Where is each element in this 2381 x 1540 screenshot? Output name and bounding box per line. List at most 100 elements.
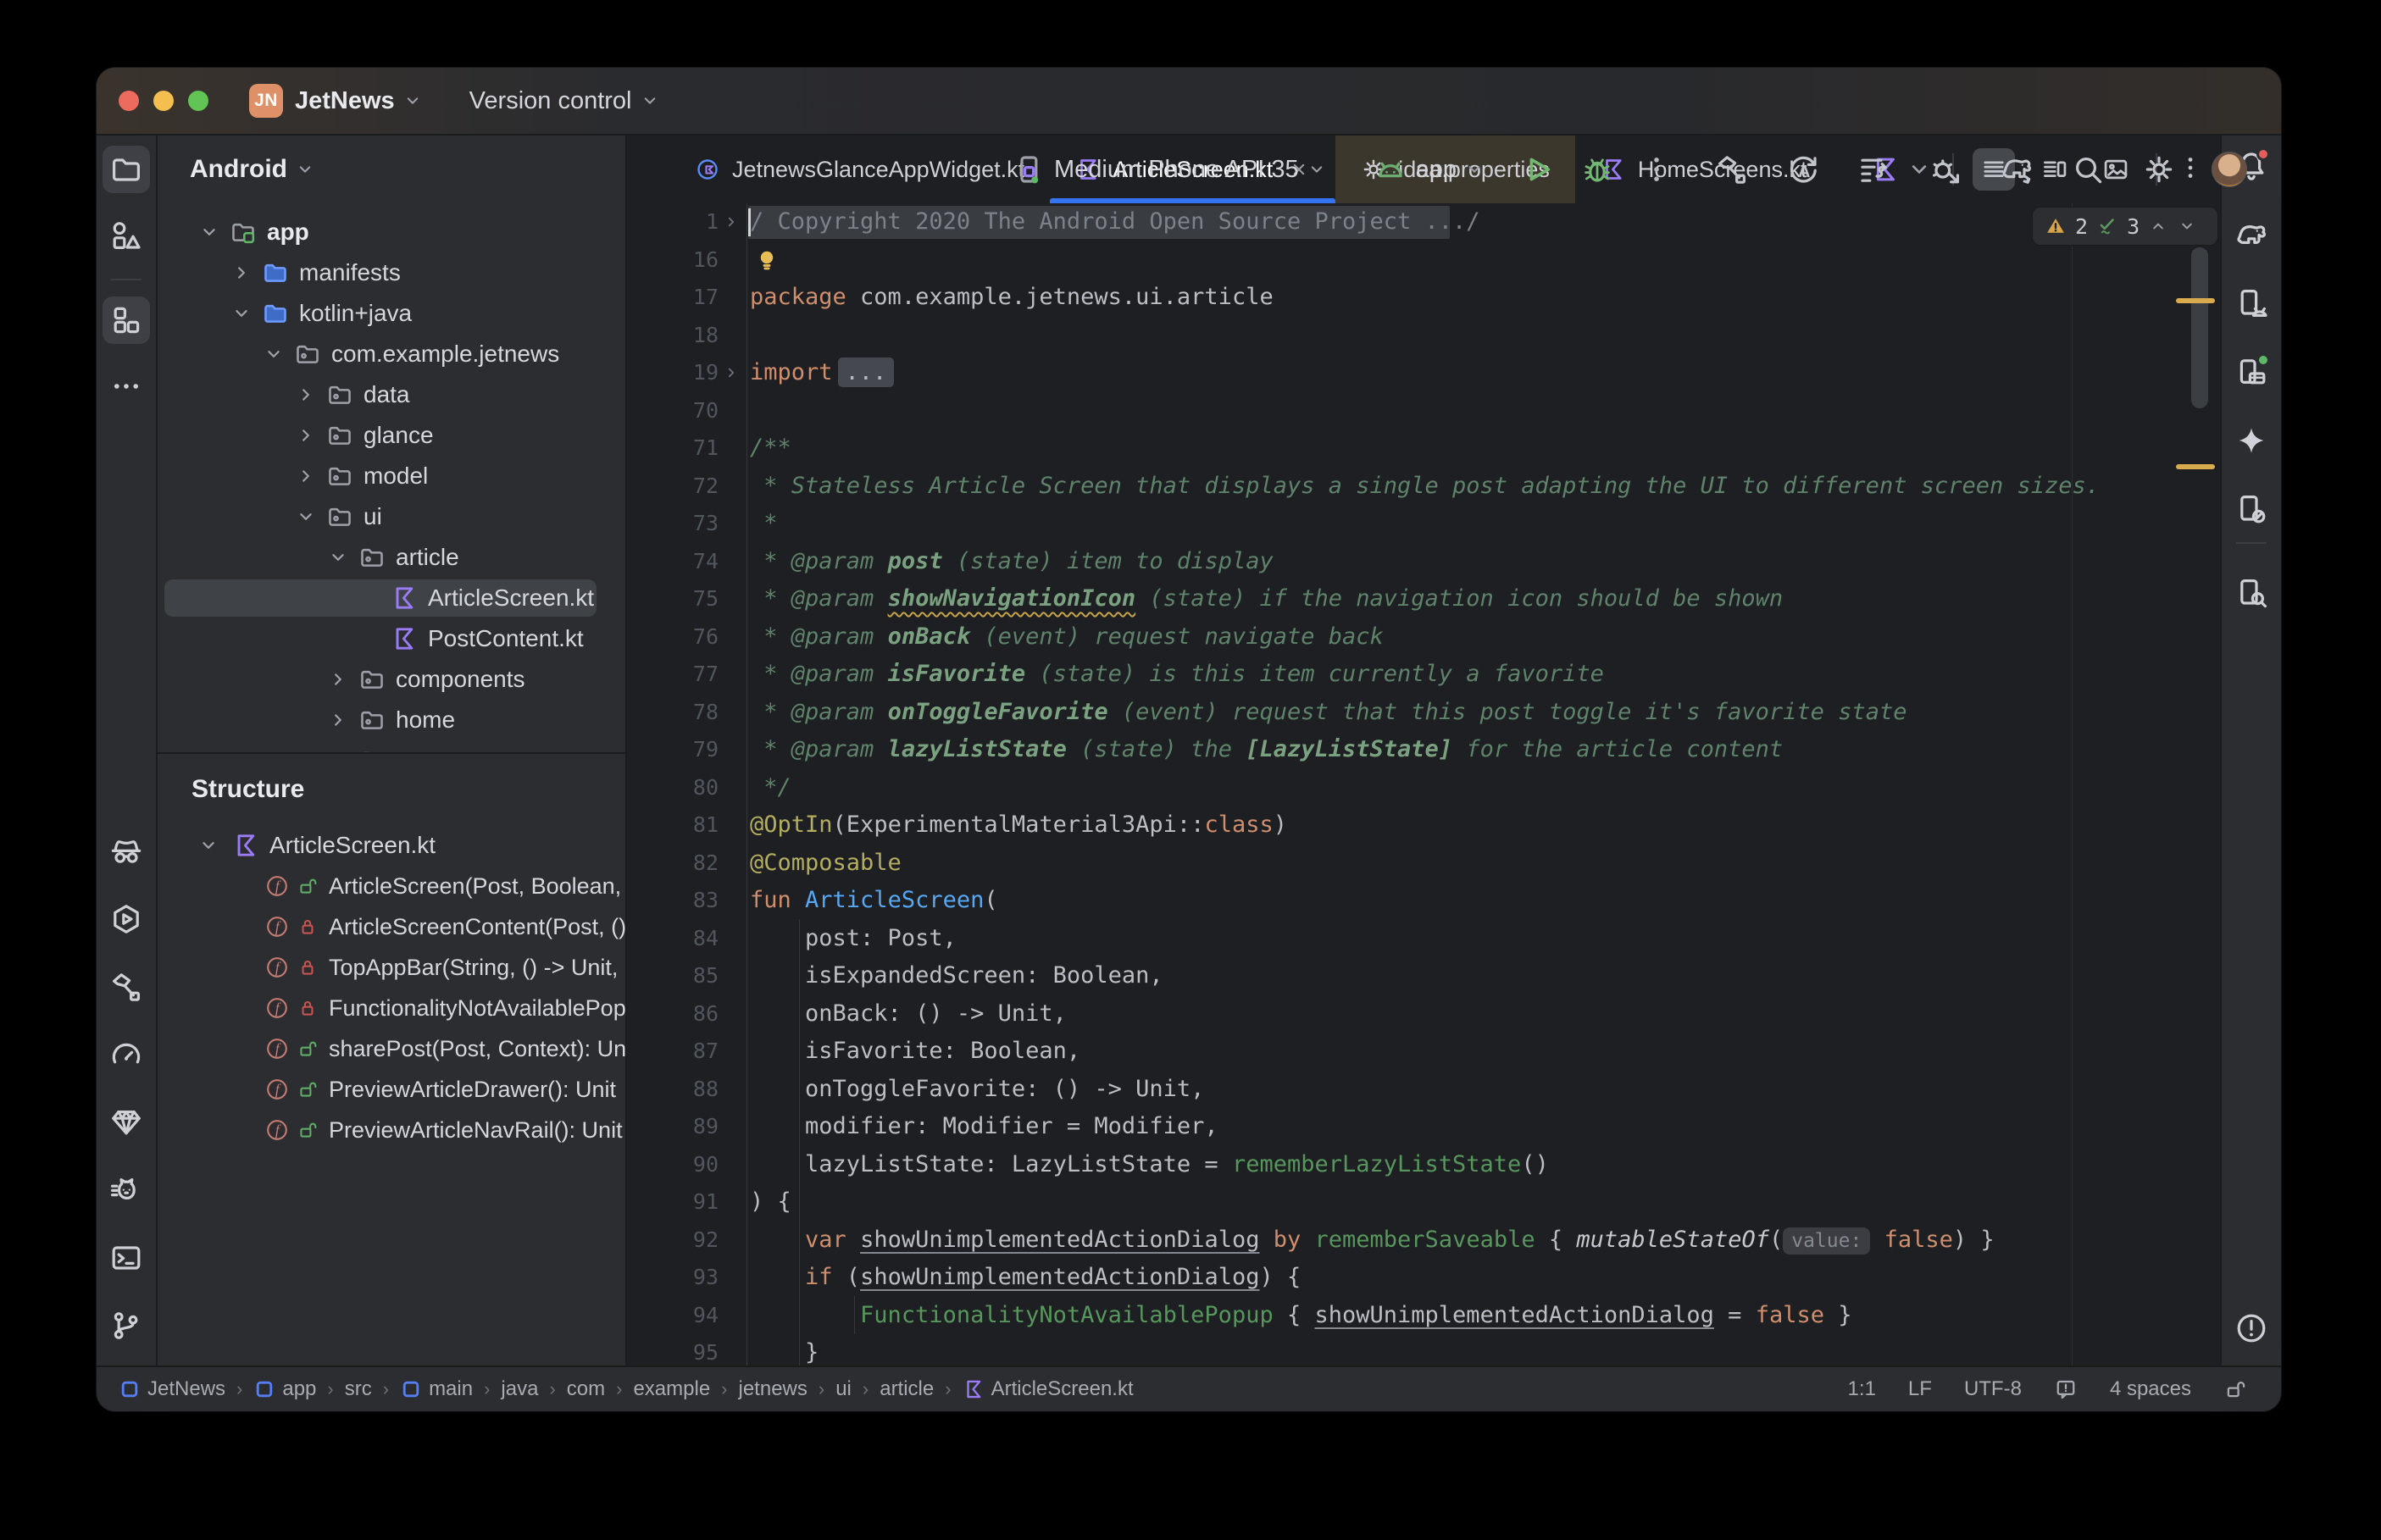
zoom-window-button[interactable] [188, 91, 208, 111]
resource-shapes-tool-button[interactable] [103, 212, 150, 259]
tree-item-kotlin-java[interactable]: kotlin+java [158, 293, 625, 334]
tab-jetnewsglanceappwidget-kt[interactable]: JetnewsGlanceAppWidget.kt [669, 136, 1050, 203]
breadcrumb-jetnews[interactable]: jetnews [739, 1377, 808, 1401]
chevron-down-icon[interactable] [197, 834, 220, 857]
breadcrumb-java[interactable]: java [501, 1377, 538, 1401]
gradle-elephant-tool-button[interactable] [2228, 211, 2275, 258]
structure-item[interactable]: fArticleScreenContent(Post, () [158, 906, 625, 947]
breadcrumb-articlescreen-kt[interactable]: ArticleScreen.kt [963, 1377, 1134, 1401]
structure-item[interactable]: fPreviewArticleNavRail(): Unit [158, 1110, 625, 1150]
structure-item[interactable]: fTopAppBar(String, () -> Unit, [158, 947, 625, 988]
layout-inspector-tool-button[interactable] [2228, 569, 2275, 617]
line-number[interactable]: 75 [627, 580, 719, 618]
inspections-widget[interactable]: 23 [2032, 207, 2218, 246]
line-number[interactable]: 18 [627, 317, 719, 355]
project-view-header[interactable]: Android [158, 136, 625, 203]
gradle-sync-button[interactable] [1998, 151, 2035, 188]
tree-item-home[interactable]: home [158, 700, 625, 740]
tree-item-app[interactable]: app [158, 212, 625, 252]
debug-button[interactable] [1573, 146, 1621, 193]
tree-item-articlescreen-kt[interactable]: ArticleScreen.kt [158, 578, 625, 618]
structure-item[interactable]: fPreviewArticleDrawer(): Unit [158, 1069, 625, 1110]
structure-item[interactable]: fArticleScreen(Post, Boolean, [158, 866, 625, 906]
line-number[interactable]: 19 [627, 354, 719, 392]
build-hammer-button[interactable] [1713, 151, 1751, 188]
breadcrumb-src[interactable]: src [345, 1377, 372, 1401]
chevron-down-icon[interactable] [197, 220, 221, 244]
project-selector[interactable]: JetNews [295, 87, 424, 115]
close-window-button[interactable] [119, 91, 139, 111]
line-number[interactable]: 73 [627, 505, 719, 543]
chevron-right-icon[interactable] [294, 383, 318, 407]
more-horizontal-tool-button[interactable] [103, 363, 150, 410]
tree-item-components[interactable]: components [158, 659, 625, 700]
line-number[interactable]: 85 [627, 957, 719, 995]
minimize-window-button[interactable] [153, 91, 174, 111]
line-number[interactable]: 90 [627, 1146, 719, 1184]
line-number[interactable]: 95 [627, 1334, 719, 1366]
chevron-down-icon[interactable] [294, 505, 318, 529]
tree-item-model[interactable]: model [158, 456, 625, 496]
chevron-right-icon[interactable] [294, 424, 318, 447]
services-hexagon-tool-button[interactable] [103, 895, 150, 943]
warning-marker[interactable] [2176, 464, 2215, 469]
structure-item[interactable]: fFunctionalityNotAvailablePop [158, 988, 625, 1028]
warning-marker[interactable] [2176, 298, 2215, 303]
structure-root[interactable]: ArticleScreen.kt [158, 825, 625, 866]
next-problem-icon[interactable] [2177, 216, 2197, 236]
breadcrumb-article[interactable]: article [880, 1377, 934, 1401]
tree-item-article[interactable]: article [158, 537, 625, 578]
chevron-right-icon[interactable] [326, 749, 350, 752]
logcat-cat-tool-button[interactable] [103, 1166, 150, 1214]
line-number[interactable]: 91 [627, 1183, 719, 1221]
running-devices-tool-button[interactable] [2228, 348, 2275, 396]
fold-arrow-icon[interactable] [722, 203, 744, 241]
hammer-tool-button[interactable] [103, 963, 150, 1011]
line-number[interactable]: 76 [627, 618, 719, 656]
chevron-right-icon[interactable] [326, 668, 350, 691]
previous-problem-icon[interactable] [2148, 216, 2168, 236]
settings-button[interactable] [2140, 151, 2178, 188]
problems-tool-button[interactable] [2228, 1305, 2275, 1352]
more-run-options-button[interactable] [1633, 146, 1680, 193]
user-avatar[interactable] [2212, 152, 2247, 187]
line-number[interactable]: 16 [627, 241, 719, 280]
attach-debugger-button[interactable] [1927, 151, 1964, 188]
search-button[interactable] [2069, 151, 2106, 188]
tree-item-postcontent-kt[interactable]: PostContent.kt [158, 618, 625, 659]
mirror-device-tool-button[interactable] [2228, 485, 2275, 533]
folder-project-tool-button[interactable] [103, 146, 150, 193]
code-editor[interactable]: 1/ Copyright 2020 The Android Open Sourc… [627, 203, 2220, 1366]
terminal-tool-button[interactable] [103, 1234, 150, 1282]
chevron-right-icon[interactable] [230, 261, 253, 285]
line-number[interactable]: 88 [627, 1071, 719, 1109]
profiler-gauge-tool-button[interactable] [103, 1031, 150, 1078]
run-configuration-selector[interactable]: app [1374, 152, 1485, 186]
status-utf-8[interactable]: UTF-8 [1964, 1377, 2022, 1401]
structure-squares-tool-button[interactable] [103, 296, 150, 344]
sparkle-tool-button[interactable] [2228, 417, 2275, 464]
breadcrumb-main[interactable]: main [400, 1377, 473, 1401]
line-number[interactable]: 86 [627, 995, 719, 1033]
lightbulb-icon[interactable] [754, 247, 780, 273]
inspection-bubble-status-icon[interactable] [2054, 1377, 2078, 1401]
breadcrumb-jetnews[interactable]: JetNews [119, 1377, 225, 1401]
breadcrumb-ui[interactable]: ui [835, 1377, 852, 1401]
line-number[interactable]: 79 [627, 731, 719, 769]
tree-item-data[interactable]: data [158, 374, 625, 415]
apply-changes-button[interactable]: A [1784, 151, 1822, 188]
status-1-1[interactable]: 1:1 [1848, 1377, 1876, 1401]
line-number[interactable]: 89 [627, 1108, 719, 1146]
breadcrumb-com[interactable]: com [567, 1377, 605, 1401]
chevron-down-icon[interactable] [262, 342, 286, 366]
line-number[interactable]: 71 [627, 429, 719, 468]
tree-item-com-example-jetnews[interactable]: com.example.jetnews [158, 334, 625, 374]
chevron-down-icon[interactable] [230, 302, 253, 325]
line-number[interactable]: 84 [627, 920, 719, 958]
editor-scrollbar[interactable] [2191, 247, 2208, 408]
structure-item[interactable]: fsharePost(Post, Context): Un [158, 1028, 625, 1069]
status-4-spaces[interactable]: 4 spaces [2110, 1377, 2191, 1401]
line-number[interactable]: 92 [627, 1221, 719, 1260]
status-lf[interactable]: LF [1908, 1377, 1932, 1401]
line-number[interactable]: 87 [627, 1033, 719, 1071]
